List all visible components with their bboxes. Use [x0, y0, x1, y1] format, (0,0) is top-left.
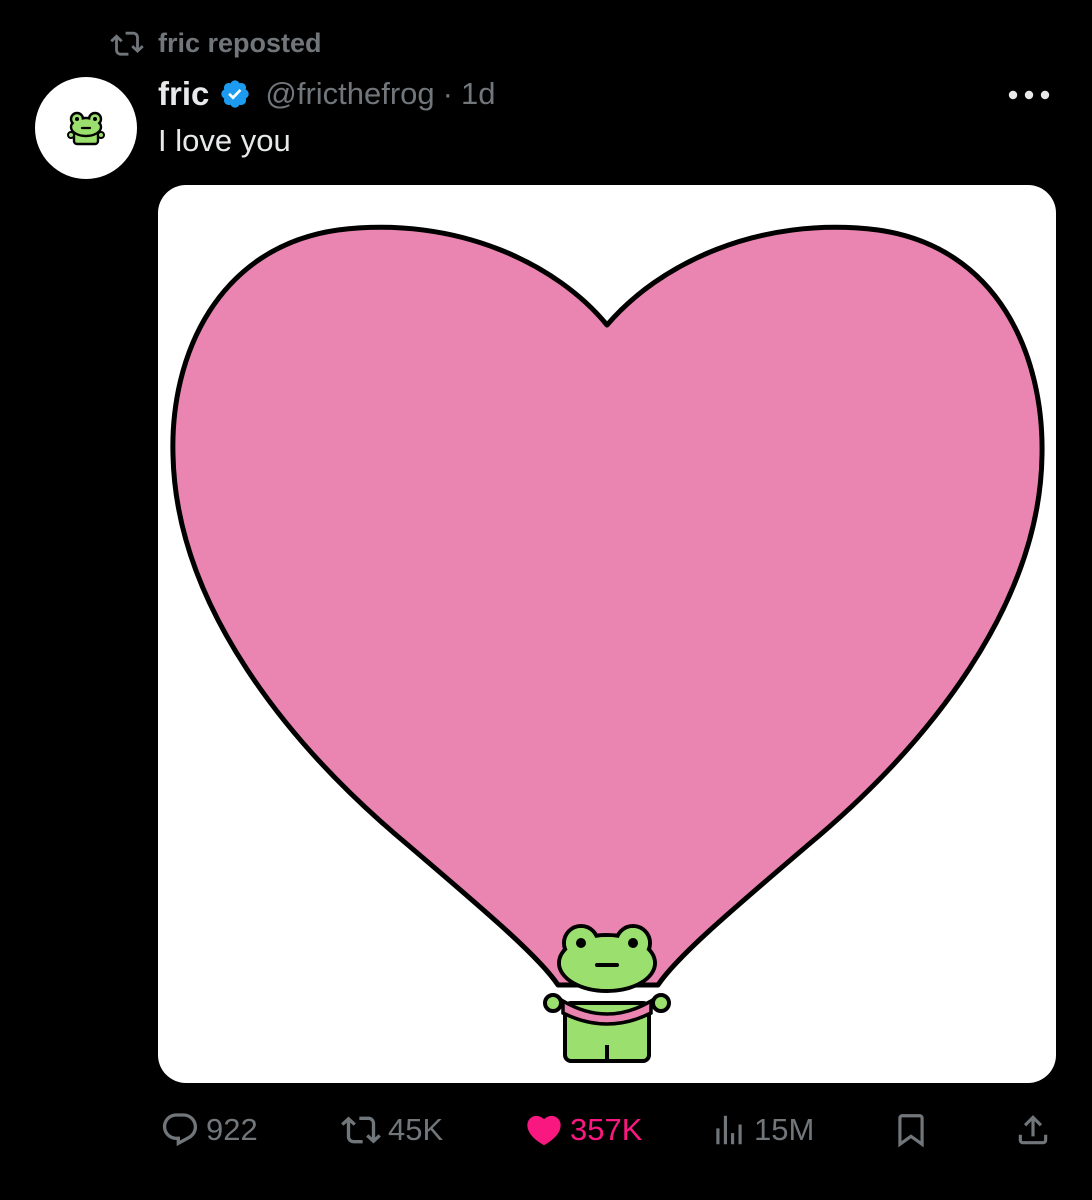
like-count: 357K [570, 1112, 643, 1147]
bookmark-button[interactable] [892, 1105, 936, 1155]
author-handle[interactable]: @fricthefrog [265, 76, 434, 112]
reply-icon [160, 1110, 200, 1150]
views-count: 15M [754, 1112, 815, 1147]
reply-button[interactable]: 922 [160, 1105, 258, 1155]
repost-context-label: fric reposted [158, 27, 322, 58]
separator-dot: · [442, 76, 453, 111]
like-button[interactable]: 357K [524, 1105, 642, 1155]
tweet-text: I love you [158, 123, 291, 158]
author-display-name[interactable]: fric [158, 75, 209, 113]
repost-icon [110, 28, 146, 58]
repost-button[interactable]: 45K [340, 1105, 443, 1155]
repost-icon [340, 1110, 382, 1150]
more-dots-icon [1008, 90, 1050, 100]
heart-icon [524, 1110, 564, 1150]
pink-heart-shape [170, 224, 1045, 988]
share-icon [1014, 1110, 1052, 1150]
share-button[interactable] [1014, 1105, 1058, 1155]
avatar[interactable] [35, 77, 137, 179]
bookmark-icon [892, 1110, 930, 1150]
repost-count: 45K [388, 1112, 444, 1147]
reply-count: 922 [206, 1112, 258, 1147]
more-options-button[interactable] [1004, 80, 1054, 110]
heart-frog-illustration [170, 224, 1045, 1063]
tweet-media[interactable] [158, 185, 1056, 1083]
action-bar: 922 45K 357K 15M [158, 1105, 1058, 1155]
frog-avatar-icon [67, 111, 105, 146]
tweet[interactable]: fric reposted fric @fricthefrog · 1d I l… [0, 0, 1092, 1200]
verified-badge-icon[interactable] [219, 78, 251, 110]
tweet-header: fric @fricthefrog · 1d [158, 72, 495, 116]
frog-character [543, 924, 671, 1063]
views-button[interactable]: 15M [710, 1105, 814, 1155]
analytics-icon [710, 1110, 748, 1150]
timestamp[interactable]: 1d [461, 76, 495, 112]
repost-context[interactable]: fric reposted [110, 24, 322, 62]
